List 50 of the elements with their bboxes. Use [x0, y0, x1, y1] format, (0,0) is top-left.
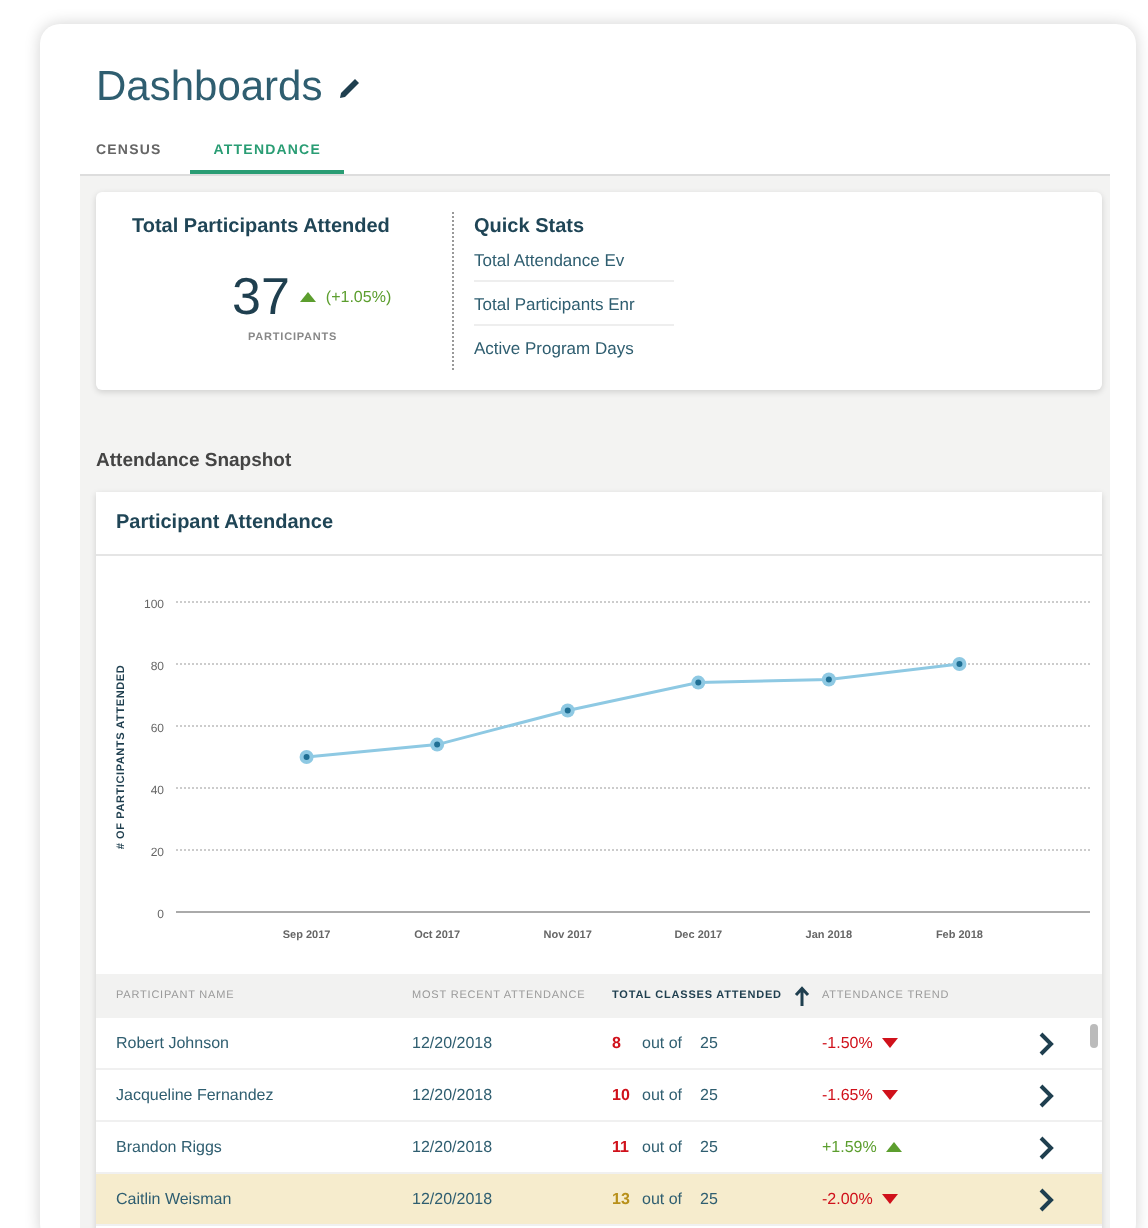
data-point [952, 657, 967, 671]
data-point [821, 672, 836, 687]
scrollbar[interactable] [1090, 1024, 1098, 1048]
card-title: Quick Stats [474, 216, 587, 238]
class-count: 13 [612, 1190, 632, 1208]
pencil-icon[interactable] [338, 76, 363, 100]
data-point [560, 703, 575, 718]
table-row[interactable]: Jacqueline Fernandez 12/20/2018 10 out of 25 -1.65% [96, 1070, 1102, 1122]
table-row[interactable]: Robert Johnson 12/20/2018 8 out of 25 -1.50% [96, 1018, 1102, 1070]
out-of-label: out of [642, 1034, 683, 1052]
change-percent: (+1.05%) [325, 288, 392, 306]
sort-arrow-icon[interactable] [793, 986, 810, 1006]
class-count: 11 [612, 1138, 631, 1156]
date-cell-text: 12/20/2018 [412, 1138, 495, 1156]
participant-count: 37 [232, 266, 290, 328]
data-point [691, 675, 706, 690]
out-of-label: out of [642, 1138, 683, 1156]
chevron-right-icon[interactable] [1038, 1135, 1054, 1159]
card-title: Total Participants Attended [132, 216, 392, 238]
total-classes: 25 [700, 1086, 718, 1104]
trend-percent: -1.65% [822, 1086, 873, 1104]
date-cell-text: 12/20/2018 [412, 1086, 495, 1104]
stat-label: Total Attendance Ev [474, 238, 674, 282]
date-cell-text: 12/20/2018 [412, 1190, 495, 1208]
trend-percent: -2.00% [822, 1190, 873, 1208]
stat-label: Active Program Days [474, 336, 636, 362]
data-point [299, 750, 314, 764]
participant-name: Jacqueline Fernandez [116, 1086, 276, 1104]
class-count: 8 [612, 1034, 623, 1052]
section-title: Attendance Snapshot [96, 450, 294, 472]
out-of-label: out of [642, 1086, 683, 1104]
card-title: Participant Attendance [96, 492, 1102, 556]
date-cell-text: 12/20/2018 [412, 1034, 495, 1052]
trend-percent: +1.59% [822, 1138, 877, 1156]
page-title: Dashboards [96, 64, 323, 112]
class-count: 10 [612, 1086, 632, 1104]
participant-name: Robert Johnson [116, 1034, 231, 1052]
chevron-right-icon[interactable] [1038, 1031, 1054, 1055]
total-classes: 25 [700, 1138, 718, 1156]
trend-percent: -1.50% [822, 1034, 873, 1052]
total-classes: 25 [700, 1034, 718, 1052]
total-classes: 25 [700, 1190, 718, 1208]
chevron-right-icon[interactable] [1038, 1187, 1054, 1211]
chevron-right-icon[interactable] [1038, 1083, 1054, 1107]
participant-name: Brandon Riggs [116, 1138, 224, 1156]
table-row[interactable]: Caitlin Weisman 12/20/2018 13 out of 25 -2.00% [96, 1174, 1102, 1226]
stat-label: Total Participants Enr [474, 282, 674, 326]
participant-name: Caitlin Weisman [116, 1190, 234, 1208]
data-point [430, 737, 445, 752]
out-of-label: out of [642, 1190, 683, 1208]
